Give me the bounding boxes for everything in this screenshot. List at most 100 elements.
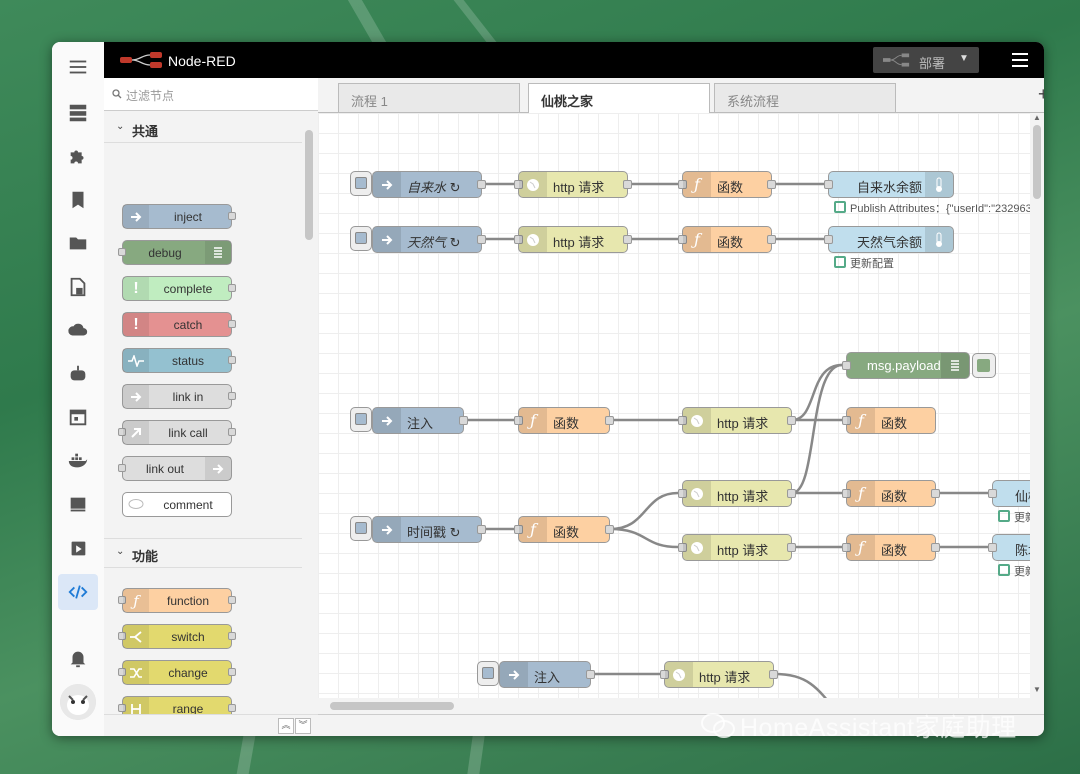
function-node[interactable]: ƒ 函数 <box>514 516 614 543</box>
menu-icon[interactable] <box>65 54 91 80</box>
folder-icon[interactable] <box>65 230 91 256</box>
output-port[interactable] <box>931 489 940 498</box>
input-port[interactable] <box>988 543 997 552</box>
output-port[interactable] <box>767 180 776 189</box>
ha-entity-node-water[interactable]: 自来水余额 <box>824 171 954 198</box>
palette-node-inject[interactable]: inject <box>122 204 236 229</box>
node-label: http 请求 <box>699 670 751 685</box>
http-request-node[interactable]: http 请求 <box>678 534 796 561</box>
inject-node-timestamp[interactable]: 时间戳 ↻ <box>372 516 486 543</box>
inject-trigger-button[interactable] <box>350 226 372 251</box>
output-port[interactable] <box>586 670 595 679</box>
debug-node[interactable]: msg.payload <box>842 352 970 379</box>
output-port[interactable] <box>623 180 632 189</box>
palette-node-comment[interactable]: comment <box>122 492 232 517</box>
node-red-icon[interactable] <box>58 574 98 610</box>
palette-search[interactable]: 过滤节点 <box>104 78 318 111</box>
output-port[interactable] <box>787 416 796 425</box>
palette-scrollbar[interactable] <box>302 114 316 724</box>
palette-node-change[interactable]: change <box>118 660 236 685</box>
output-port[interactable] <box>477 180 486 189</box>
tab-system-flow[interactable]: 系统流程 <box>714 83 896 112</box>
ha-entity-node-chenchang[interactable]: 陈场电费 <box>988 534 1030 561</box>
palette-node-catch[interactable]: ! catch <box>122 312 236 337</box>
function-node[interactable]: ƒ 函数 <box>842 480 940 507</box>
chevron-down-icon[interactable]: ▼ <box>959 53 969 64</box>
expand-all-icon[interactable]: ︾ <box>295 718 311 734</box>
palette-scrollbar-thumb[interactable] <box>305 130 313 240</box>
palette-node-complete[interactable]: ! complete <box>122 276 236 301</box>
output-port[interactable] <box>769 670 778 679</box>
palette-category-common[interactable]: ⌄ 共通 <box>104 114 302 143</box>
palette-node-function[interactable]: ƒ function <box>118 588 236 613</box>
function-node[interactable]: ƒ 函数 <box>514 407 614 434</box>
bookmark-icon[interactable] <box>65 187 91 213</box>
palette-category-function[interactable]: ⌄ 功能 <box>104 538 302 568</box>
function-node[interactable]: ƒ 函数 <box>678 171 776 198</box>
chevron-up-icon[interactable]: ▲ <box>1033 113 1041 122</box>
add-tab-icon[interactable]: + <box>1038 84 1044 105</box>
hacs-icon[interactable] <box>65 492 91 518</box>
inject-trigger-button[interactable] <box>350 171 372 196</box>
inject-node[interactable]: 注入 <box>499 661 595 688</box>
robot-icon[interactable] <box>65 361 91 387</box>
docker-icon[interactable] <box>65 448 91 474</box>
palette-node-debug[interactable]: debug <box>118 240 232 265</box>
http-request-node[interactable]: http 请求 <box>514 171 632 198</box>
main-menu-icon[interactable] <box>1010 50 1030 70</box>
output-port[interactable] <box>787 489 796 498</box>
http-request-node[interactable]: http 请求 <box>514 226 632 253</box>
avatar[interactable] <box>60 684 96 720</box>
chevron-down-icon[interactable]: ▼ <box>1033 685 1041 694</box>
tab-flow-1[interactable]: 流程 1 <box>338 83 520 112</box>
palette-node-status[interactable]: status <box>122 348 236 373</box>
ha-entity-node-xiantao[interactable]: 仙桃电费 <box>988 480 1030 507</box>
puzzle-icon[interactable] <box>65 143 91 169</box>
output-port[interactable] <box>931 543 940 552</box>
output-port[interactable] <box>787 543 796 552</box>
output-port[interactable] <box>605 416 614 425</box>
calendar-icon[interactable] <box>65 404 91 430</box>
input-port[interactable] <box>988 489 997 498</box>
bell-icon[interactable] <box>65 645 91 671</box>
inject-node[interactable]: 注入 <box>372 407 468 434</box>
inject-node-water[interactable]: 自来水 ↻ <box>372 171 486 198</box>
function-node[interactable]: ƒ 函数 <box>842 534 940 561</box>
palette-node-switch[interactable]: switch <box>118 624 236 649</box>
output-port[interactable] <box>459 416 468 425</box>
media-icon[interactable] <box>65 536 91 562</box>
output-port[interactable] <box>605 525 614 534</box>
palette-node-link-out[interactable]: link out <box>118 456 232 481</box>
output-port[interactable] <box>767 235 776 244</box>
input-port[interactable] <box>824 235 833 244</box>
ha-entity-node-gas[interactable]: 天然气余额 <box>824 226 954 253</box>
collapse-all-icon[interactable]: ︽ <box>278 718 294 734</box>
flow-workspace[interactable]: 自来水 ↻ http 请求 ƒ 函数 自来水余额 Publish Attribu… <box>318 113 1030 714</box>
file-lock-icon[interactable] <box>65 274 91 300</box>
inject-trigger-button[interactable] <box>477 661 499 686</box>
overview-icon[interactable] <box>65 100 91 126</box>
horizontal-scrollbar-thumb[interactable] <box>330 702 454 710</box>
output-port[interactable] <box>623 235 632 244</box>
vertical-scrollbar-thumb[interactable] <box>1033 125 1041 199</box>
palette-search-input[interactable]: 过滤节点 <box>126 87 174 104</box>
inject-node-gas[interactable]: 天然气 ↻ <box>372 226 486 253</box>
http-request-node[interactable]: http 请求 <box>678 480 796 507</box>
output-port[interactable] <box>477 525 486 534</box>
palette-node-link-call[interactable]: link call <box>118 420 236 445</box>
inject-trigger-button[interactable] <box>350 407 372 432</box>
deploy-button[interactable]: 部署 ▼ <box>873 47 979 73</box>
input-port[interactable] <box>824 180 833 189</box>
function-node[interactable]: ƒ 函数 <box>678 226 776 253</box>
debug-toggle-button[interactable] <box>972 353 996 378</box>
cloud-download-icon[interactable] <box>65 317 91 343</box>
tab-xiantao-home[interactable]: 仙桃之家 <box>528 83 710 113</box>
workspace-vertical-scrollbar[interactable]: ▲ ▼ <box>1030 113 1044 714</box>
palette-node-link-in[interactable]: link in <box>122 384 236 409</box>
http-request-node[interactable]: http 请求 <box>660 661 778 688</box>
function-node[interactable]: ƒ 函数 <box>842 407 936 434</box>
inject-trigger-button[interactable] <box>350 516 372 541</box>
http-request-node[interactable]: http 请求 <box>678 407 796 434</box>
input-port[interactable] <box>842 361 851 370</box>
output-port[interactable] <box>477 235 486 244</box>
